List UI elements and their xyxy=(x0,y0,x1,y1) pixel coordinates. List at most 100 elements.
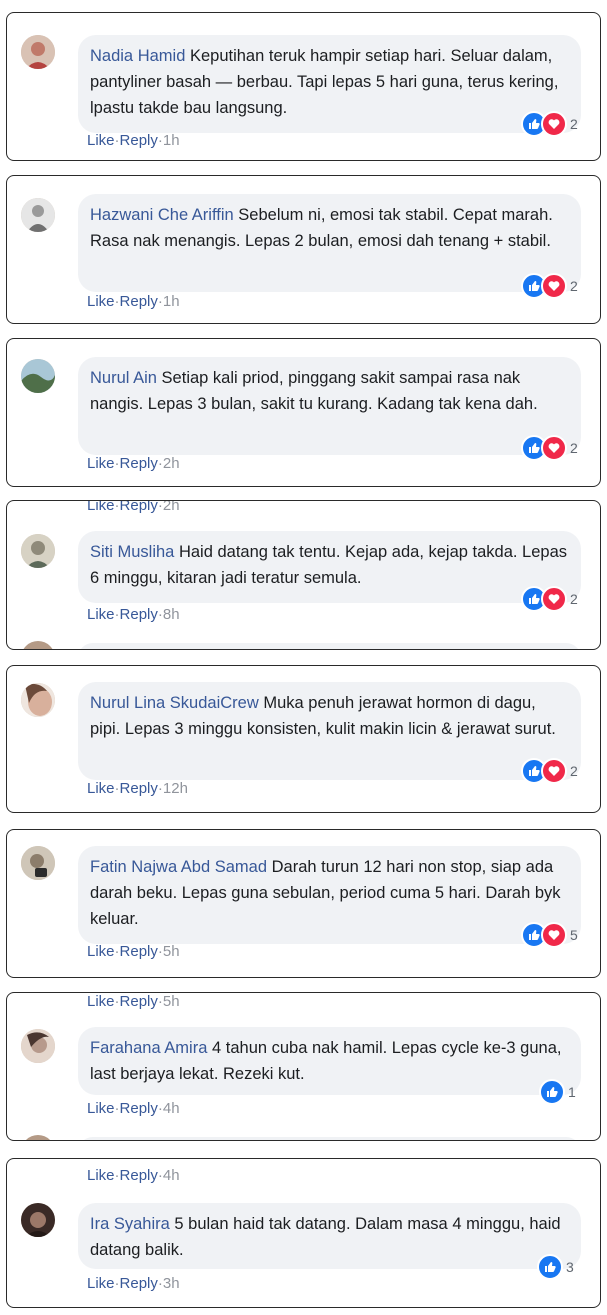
timestamp[interactable]: 4h xyxy=(163,1100,180,1117)
timestamp: 5h xyxy=(162,993,180,1010)
previous-comment-actions: Like·Reply·2h xyxy=(87,500,180,514)
timestamp[interactable]: 12h xyxy=(163,780,188,797)
comment-actions: Like·Reply·8h xyxy=(87,606,180,623)
comment-actions: Like·Reply·1h xyxy=(87,293,180,310)
avatar[interactable] xyxy=(21,1029,55,1063)
love-reaction-icon xyxy=(541,922,567,948)
reply-link[interactable]: Reply xyxy=(120,1167,158,1184)
comment-actions: Like·Reply·12h xyxy=(87,780,188,797)
reaction-summary[interactable]: 2 xyxy=(521,758,578,784)
like-link[interactable]: Like xyxy=(87,1167,115,1184)
reaction-summary[interactable]: 2 xyxy=(521,435,578,461)
timestamp[interactable]: 2h xyxy=(163,455,180,472)
next-comment-bubble xyxy=(78,643,581,649)
reply-link[interactable]: Reply xyxy=(120,455,158,472)
commenter-name[interactable]: Farahana Amira xyxy=(90,1039,207,1057)
like-link[interactable]: Like xyxy=(87,1275,115,1292)
reply-link[interactable]: Reply xyxy=(120,780,158,797)
like-reaction-icon xyxy=(539,1079,565,1105)
timestamp[interactable]: 8h xyxy=(163,606,180,623)
comment-card: Fatin Najwa Abd Samad Darah turun 12 har… xyxy=(6,829,601,978)
reply-link[interactable]: Reply xyxy=(120,1100,158,1117)
commenter-name[interactable]: Ira Syahira xyxy=(90,1215,170,1233)
love-reaction-icon xyxy=(541,758,567,784)
reaction-summary[interactable]: 1 xyxy=(539,1079,576,1105)
like-link[interactable]: Like xyxy=(87,993,115,1010)
reaction-count: 3 xyxy=(566,1259,574,1275)
reaction-count: 2 xyxy=(570,116,578,132)
timestamp[interactable]: 1h xyxy=(163,132,180,149)
comment-actions: Like·Reply·5h xyxy=(87,943,180,960)
comment-card: Nurul Ain Setiap kali priod, pinggang sa… xyxy=(6,338,601,487)
commenter-name[interactable]: Hazwani Che Ariffin xyxy=(90,206,234,224)
comment-bubble: Fatin Najwa Abd Samad Darah turun 12 har… xyxy=(78,846,581,944)
previous-comment-actions: Like·Reply·4h xyxy=(87,1167,180,1184)
comment-actions: Like·Reply·4h xyxy=(87,1100,180,1117)
reaction-count: 1 xyxy=(568,1084,576,1100)
comment-bubble: Nurul Lina SkudaiCrew Muka penuh jerawat… xyxy=(78,682,581,780)
comment-bubble: Ira Syahira 5 bulan haid tak datang. Dal… xyxy=(78,1203,581,1269)
love-reaction-icon xyxy=(541,435,567,461)
like-reaction-icon xyxy=(537,1254,563,1280)
comment-bubble: Nurul Ain Setiap kali priod, pinggang sa… xyxy=(78,357,581,455)
comment-bubble: Siti Musliha Haid datang tak tentu. Keja… xyxy=(78,531,581,603)
reply-link[interactable]: Reply xyxy=(120,293,158,310)
reply-link[interactable]: Reply xyxy=(120,943,158,960)
love-reaction-icon xyxy=(541,586,567,612)
like-link[interactable]: Like xyxy=(87,780,115,797)
timestamp[interactable]: 3h xyxy=(163,1275,180,1292)
timestamp[interactable]: 5h xyxy=(163,943,180,960)
reaction-summary[interactable]: 2 xyxy=(521,273,578,299)
commenter-name[interactable]: Siti Musliha xyxy=(90,543,174,561)
reply-link[interactable]: Reply xyxy=(120,1275,158,1292)
like-link[interactable]: Like xyxy=(87,606,115,623)
commenter-name[interactable]: Fatin Najwa Abd Samad xyxy=(90,858,267,876)
timestamp: 4h xyxy=(162,1167,180,1184)
commenter-name[interactable]: Nadia Hamid xyxy=(90,47,185,65)
reaction-summary[interactable]: 2 xyxy=(521,586,578,612)
comment-bubble: Nadia Hamid Keputihan teruk hampir setia… xyxy=(78,35,581,133)
commenter-name[interactable]: Nurul Ain xyxy=(90,369,157,387)
comment-card: Nadia Hamid Keputihan teruk hampir setia… xyxy=(6,12,601,161)
avatar[interactable] xyxy=(21,35,55,69)
like-link[interactable]: Like xyxy=(87,293,115,310)
reply-link[interactable]: Reply xyxy=(120,501,158,514)
like-link[interactable]: Like xyxy=(87,132,115,149)
avatar[interactable] xyxy=(21,1203,55,1237)
comment-card: Hazwani Che Ariffin Sebelum ni, emosi ta… xyxy=(6,175,601,324)
comment-actions: Like·Reply·1h xyxy=(87,132,180,149)
reaction-count: 2 xyxy=(570,278,578,294)
reply-link[interactable]: Reply xyxy=(120,132,158,149)
timestamp[interactable]: 1h xyxy=(163,293,180,310)
love-reaction-icon xyxy=(541,111,567,137)
reaction-count: 2 xyxy=(570,440,578,456)
avatar[interactable] xyxy=(21,846,55,880)
reaction-summary[interactable]: 3 xyxy=(537,1254,574,1280)
timestamp: 2h xyxy=(162,500,180,514)
reaction-count: 2 xyxy=(570,763,578,779)
next-comment-avatar xyxy=(21,1135,55,1140)
reaction-summary[interactable]: 2 xyxy=(521,111,578,137)
previous-comment-actions: Like·Reply·5h xyxy=(87,993,180,1010)
avatar[interactable] xyxy=(21,683,55,717)
commenter-name[interactable]: Nurul Lina SkudaiCrew xyxy=(90,694,259,712)
like-link[interactable]: Like xyxy=(87,1100,115,1117)
comment-text: Setiap kali priod, pinggang sakit sampai… xyxy=(90,369,538,413)
comment-bubble: Farahana Amira 4 tahun cuba nak hamil. L… xyxy=(78,1027,581,1095)
like-link[interactable]: Like xyxy=(87,455,115,472)
avatar[interactable] xyxy=(21,359,55,393)
love-reaction-icon xyxy=(541,273,567,299)
next-comment-bubble xyxy=(78,1137,581,1140)
avatar[interactable] xyxy=(21,198,55,232)
like-link[interactable]: Like xyxy=(87,943,115,960)
like-link[interactable]: Like xyxy=(87,501,115,514)
reply-link[interactable]: Reply xyxy=(120,993,158,1010)
comment-actions: Like·Reply·2h xyxy=(87,455,180,472)
reaction-count: 5 xyxy=(570,927,578,943)
reaction-summary[interactable]: 5 xyxy=(521,922,578,948)
reaction-count: 2 xyxy=(570,591,578,607)
reply-link[interactable]: Reply xyxy=(120,606,158,623)
avatar[interactable] xyxy=(21,534,55,568)
comment-actions: Like·Reply·3h xyxy=(87,1275,180,1292)
comment-card: Like·Reply·2h Siti Musliha Haid datang t… xyxy=(6,500,601,650)
